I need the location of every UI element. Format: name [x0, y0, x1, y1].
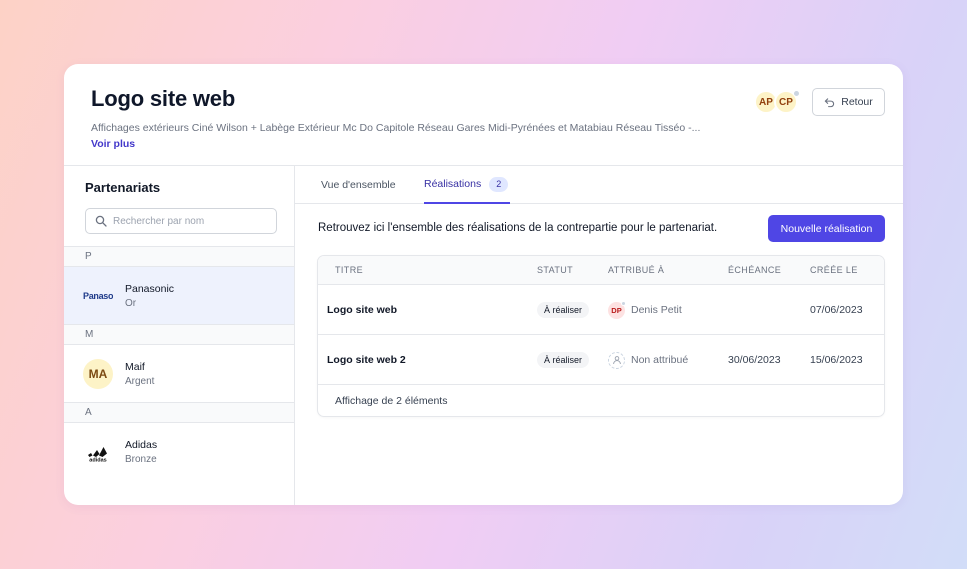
search-box [85, 208, 277, 234]
presence-dot [793, 90, 800, 97]
table-header: TITRE STATUT ATTRIBUÉ À ÉCHÉANCE CRÉÉE L… [318, 256, 884, 285]
partner-item-maif[interactable]: MA Maif Argent [64, 345, 294, 402]
presence-dot [621, 300, 626, 306]
created-date: 15/06/2023 [810, 354, 863, 366]
adidas-wordmark: adidas [89, 458, 106, 463]
table-footer: Affichage de 2 éléments [335, 395, 448, 407]
panasonic-logo: Panasonic [83, 291, 113, 301]
page-description: Affichages extérieurs Ciné Wilson + Labè… [91, 122, 701, 134]
collaborator-avatars: AP CP [754, 90, 804, 114]
assignee[interactable]: DP Denis Petit [608, 285, 682, 335]
partnership-card: Logo site web Affichages extérieurs Ciné… [64, 64, 903, 505]
undo-arrow-icon [825, 97, 835, 107]
column-header-created[interactable]: CRÉÉE LE [810, 256, 858, 285]
tab-realisations[interactable]: Réalisations 2 [424, 166, 511, 204]
tab-overview[interactable]: Vue d'ensemble [321, 166, 396, 204]
partner-name: Maif [125, 361, 145, 373]
column-header-assignee[interactable]: ATTRIBUÉ À [608, 256, 664, 285]
tab-bar: Vue d'ensemble Réalisations 2 [295, 166, 903, 204]
due-date: 30/06/2023 [728, 354, 781, 366]
avatar-initials: DP [611, 305, 622, 315]
table-row[interactable]: Logo site web 2 À réaliser Non attribué … [318, 335, 884, 385]
adidas-logo: adidas [83, 437, 113, 467]
tab-label: Réalisations [424, 178, 482, 190]
partner-item-panasonic[interactable]: Panasonic Panasonic Or [64, 267, 294, 324]
group-header-a: A [64, 402, 294, 423]
partner-tier: Argent [125, 376, 155, 387]
search-input[interactable] [113, 215, 273, 227]
sidebar-title: Partenariats [85, 180, 161, 195]
page-title: Logo site web [91, 86, 236, 111]
avatar: DP [608, 300, 626, 319]
row-title: Logo site web 2 [327, 354, 406, 366]
row-title: Logo site web [327, 304, 398, 316]
partner-name: Adidas [125, 439, 158, 451]
group-header-p: P [64, 246, 294, 267]
main-panel: Vue d'ensemble Réalisations 2 Retrouvez … [295, 166, 903, 505]
intro-text: Retrouvez ici l'ensemble des réalisation… [318, 222, 718, 234]
partner-name: Panasonic [125, 283, 175, 295]
back-button[interactable]: Retour [812, 88, 885, 116]
search-icon [95, 215, 107, 227]
table-row[interactable]: Logo site web À réaliser DP Denis Petit … [318, 285, 884, 335]
assignee[interactable]: Non attribué [608, 335, 688, 385]
status-badge: À réaliser [537, 302, 590, 318]
adidas-stripes-icon: adidas [88, 447, 107, 463]
back-button-label: Retour [841, 96, 873, 108]
column-header-due[interactable]: ÉCHÉANCE [728, 256, 781, 285]
column-header-title[interactable]: TITRE [335, 256, 363, 285]
created-date: 07/06/2023 [810, 304, 863, 316]
assignee-name: Denis Petit [631, 304, 682, 316]
partner-tier: Or [125, 298, 137, 309]
group-header-m: M [64, 324, 294, 345]
partners-sidebar: Partenariats P Panasonic Panasonic Or M … [64, 166, 295, 505]
partner-tier: Bronze [125, 454, 157, 465]
new-realisation-button[interactable]: Nouvelle réalisation [768, 215, 885, 242]
see-more-link[interactable]: Voir plus [91, 138, 135, 150]
column-header-status[interactable]: STATUT [537, 256, 573, 285]
status-badge: À réaliser [537, 352, 590, 368]
avatar: MA [83, 359, 113, 389]
user-placeholder-icon [608, 351, 625, 369]
realisations-table: TITRE STATUT ATTRIBUÉ À ÉCHÉANCE CRÉÉE L… [317, 255, 885, 417]
assignee-name: Non attribué [631, 354, 689, 366]
count-badge: 2 [489, 176, 509, 192]
partner-item-adidas[interactable]: adidas Adidas Bronze [64, 423, 294, 480]
page-header: Logo site web Affichages extérieurs Ciné… [64, 64, 903, 166]
